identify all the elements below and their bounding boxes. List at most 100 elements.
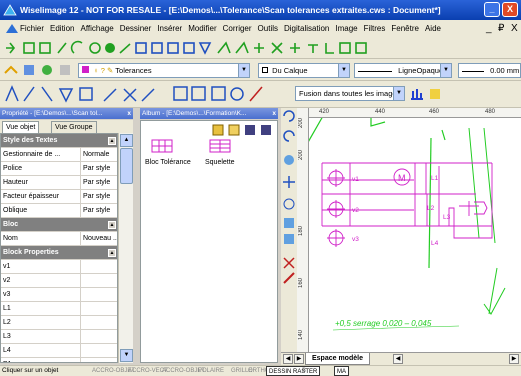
menu-corriger[interactable]: Corriger (223, 24, 252, 33)
doc-restore-button[interactable]: ₽ (498, 23, 504, 34)
property-value[interactable] (80, 274, 117, 287)
property-row[interactable]: L2 (1, 316, 117, 330)
status-toggle-polaire[interactable]: POLAIRE (196, 366, 226, 376)
property-section[interactable]: Style des Textes ▲ (1, 134, 117, 148)
snap-icon[interactable] (254, 43, 264, 53)
close-button[interactable]: X (502, 2, 518, 17)
property-row[interactable]: L4 (1, 344, 117, 358)
delete-icon[interactable] (283, 257, 295, 269)
scroll-right-icon[interactable]: ▶ (509, 354, 519, 364)
rect4-icon[interactable] (183, 42, 195, 54)
menu-modifier[interactable]: Modifier (188, 24, 216, 33)
tab-espace-modele[interactable]: Espace modèle (305, 353, 370, 365)
collapse-icon[interactable]: ▲ (108, 221, 116, 229)
menu-image[interactable]: Image (335, 24, 357, 33)
raster-cut-icon[interactable] (103, 88, 117, 102)
property-value[interactable] (80, 316, 117, 329)
property-row[interactable]: Nom Nouveau ... (1, 232, 117, 246)
property-row[interactable]: Gestionnaire de ... Normale (1, 148, 117, 162)
save-all-icon[interactable] (261, 125, 271, 135)
property-value[interactable] (80, 330, 117, 343)
scroll-left-icon[interactable]: ◀ (393, 354, 403, 364)
property-row[interactable]: Police Par style (1, 162, 117, 176)
property-section[interactable]: Bloc ▲ (1, 218, 117, 232)
menu-aide[interactable]: Aide (425, 24, 441, 33)
rect2-icon[interactable] (151, 42, 163, 54)
open-folder-icon[interactable] (212, 124, 224, 136)
property-value[interactable]: Par style (80, 176, 117, 189)
collapse-icon[interactable]: ▲ (108, 137, 116, 145)
folder-icon[interactable] (228, 124, 240, 136)
layer-select[interactable]: ♀ ? ✎ Tolerances ▼ (78, 63, 250, 78)
tee-icon[interactable] (308, 44, 318, 53)
image-properties-icon[interactable] (428, 87, 442, 101)
square-icon[interactable] (211, 86, 226, 101)
trace-icon[interactable] (217, 41, 231, 54)
property-row[interactable]: Oblique Par style (1, 204, 117, 218)
raster-region-icon[interactable] (79, 87, 93, 101)
status-toggle-b[interactable]: B (300, 366, 308, 376)
layer-previous-icon[interactable] (58, 63, 72, 77)
next-tab-icon[interactable]: ▶ (294, 354, 304, 364)
doc-minimize-button[interactable]: _ (486, 23, 492, 34)
tolerance-block[interactable] (321, 162, 493, 247)
menu-fichier[interactable]: Fichier (20, 24, 44, 33)
properties-scrollbar[interactable]: ▲ ▼ (118, 133, 133, 363)
tab-vue-objet[interactable]: Vue objet (2, 121, 40, 133)
menu-digitalisation[interactable]: Digitalisation (284, 24, 329, 33)
region-icon[interactable] (339, 42, 351, 54)
scroll-thumb[interactable] (120, 148, 133, 184)
property-row[interactable]: v1 (1, 260, 117, 274)
status-toggle-ma[interactable]: MA (334, 366, 349, 376)
menu-ins-rer[interactable]: Insérer (157, 24, 182, 33)
property-value[interactable] (80, 302, 117, 315)
property-value[interactable] (80, 288, 117, 301)
rect3-icon[interactable] (167, 42, 179, 54)
chevron-down-icon[interactable]: ▼ (440, 64, 451, 77)
property-row[interactable]: v2 (1, 274, 117, 288)
arc-icon[interactable] (70, 40, 83, 54)
property-row[interactable]: v3 (1, 288, 117, 302)
fill-circle-icon[interactable] (105, 43, 115, 53)
zoom-window-icon[interactable] (284, 218, 294, 228)
raster-line-icon[interactable] (23, 86, 35, 102)
menu-filtres[interactable]: Filtres (364, 24, 386, 33)
property-value[interactable] (80, 344, 117, 357)
doc-close-button[interactable]: X (511, 23, 518, 34)
menu-fen-tre[interactable]: Fenêtre (391, 24, 419, 33)
menu-dessiner[interactable]: Dessiner (120, 24, 152, 33)
line-icon[interactable] (57, 42, 67, 54)
polyline-icon[interactable] (119, 43, 131, 54)
raster-erase-icon[interactable] (41, 86, 53, 102)
raster-move-icon[interactable] (141, 88, 155, 102)
scroll-down-icon[interactable]: ▼ (120, 349, 133, 362)
rect-icon[interactable] (135, 42, 147, 54)
linetype-select[interactable]: LigneOpaque ▼ (354, 63, 452, 78)
circle-select-icon[interactable] (230, 87, 244, 101)
save-icon[interactable] (245, 125, 255, 135)
property-row[interactable]: L1 (1, 302, 117, 316)
lineweight-select[interactable]: 0.00 mm (458, 63, 521, 78)
property-value[interactable]: Par style (80, 204, 117, 217)
close-icon[interactable]: x (127, 108, 131, 119)
album-item-squelette[interactable]: Squelette (205, 159, 235, 166)
chevron-down-icon[interactable]: ▼ (338, 64, 349, 77)
album-item-bloc-tolerance[interactable]: Bloc Tolérance (145, 159, 191, 166)
property-section[interactable]: Block Properties ▲ (1, 246, 117, 260)
raster-tool-icon[interactable] (5, 85, 19, 102)
tab-vue-groupe[interactable]: Vue Groupe (51, 121, 97, 133)
property-value[interactable]: Nouveau ... (80, 232, 117, 245)
plus-icon[interactable] (290, 43, 300, 53)
layer-state-icon[interactable] (40, 63, 54, 77)
minimize-button[interactable]: _ (484, 2, 500, 17)
redo-icon[interactable] (283, 130, 295, 142)
move-icon[interactable] (6, 42, 16, 54)
menu-edition[interactable]: Edition (50, 24, 74, 33)
drawing-canvas[interactable]: v1 v2 v3 L1 L2 L3 L4 M +0,5 serrage 0,02… (309, 118, 521, 352)
chevron-down-icon[interactable]: ▼ (393, 87, 404, 100)
menu-affichage[interactable]: Affichage (80, 24, 113, 33)
region2-icon[interactable] (355, 42, 367, 54)
zoom-extents-icon[interactable] (284, 234, 294, 244)
scroll-up-icon[interactable]: ▲ (120, 134, 133, 147)
copy-icon[interactable] (23, 42, 35, 54)
